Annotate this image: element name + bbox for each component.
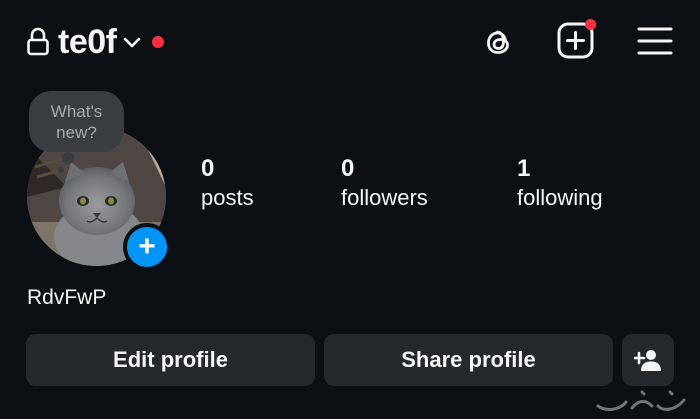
posts-label: posts — [201, 185, 254, 210]
menu-icon[interactable] — [637, 25, 673, 57]
stat-followers[interactable]: 0 followers — [341, 155, 428, 213]
watermark-logo — [596, 390, 686, 411]
discover-people-button[interactable] — [622, 334, 674, 386]
posts-count: 0 — [201, 155, 215, 182]
note-bubble-tail-small — [58, 167, 64, 173]
stat-posts[interactable]: 0 posts — [201, 155, 254, 213]
chevron-down-icon[interactable] — [122, 36, 142, 50]
followers-count: 0 — [341, 155, 355, 182]
create-post-button[interactable] — [556, 19, 598, 62]
share-profile-button[interactable]: Share profile — [324, 334, 613, 386]
edit-profile-button[interactable]: Edit profile — [26, 334, 315, 386]
add-story-button[interactable]: + — [123, 223, 171, 271]
note-bubble-tail — [62, 152, 74, 164]
note-bubble[interactable]: What's new? — [29, 91, 124, 152]
account-notification-dot — [152, 36, 165, 48]
username-title[interactable]: te0f — [58, 23, 117, 62]
add-person-icon — [634, 350, 661, 371]
stat-following[interactable]: 1 following — [517, 155, 603, 213]
following-count: 1 — [517, 155, 531, 182]
followers-label: followers — [341, 185, 428, 210]
profile-header: te0f — [26, 20, 165, 64]
create-notification-dot — [585, 19, 596, 30]
profile-display-name: RdvFwP — [27, 286, 107, 309]
threads-icon[interactable] — [480, 24, 516, 60]
following-label: following — [517, 185, 603, 210]
lock-icon — [27, 27, 49, 56]
